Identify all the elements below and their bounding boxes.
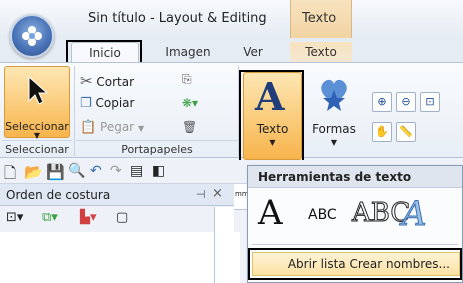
paste-button[interactable]: 📋 Pegar ▼ <box>80 120 144 135</box>
transform-icon[interactable]: ❋▾ <box>182 96 198 110</box>
shapes-button-label: Formas <box>312 122 356 136</box>
chevron-down-icon: ▼ <box>137 124 145 133</box>
frame-icon[interactable]: ▢ <box>116 210 128 225</box>
group-icon[interactable]: ⧉▾ <box>42 210 58 225</box>
dropdown-divider <box>252 244 458 245</box>
group-separator <box>74 66 75 156</box>
context-tab-title: Texto <box>302 11 337 26</box>
clipboard-icon: 📋 <box>80 120 97 135</box>
dropdown-header-text: Herramientas de texto <box>258 170 412 184</box>
font-sample-serif[interactable]: A <box>258 193 283 233</box>
pin-icon[interactable]: ⊣ <box>196 188 206 201</box>
save-icon[interactable]: 💾 <box>46 163 65 181</box>
view-icon[interactable]: ▤ <box>130 163 143 179</box>
chevron-down-icon: ▼ <box>330 138 338 147</box>
flower-icon <box>22 26 42 46</box>
app-menu-button[interactable] <box>10 14 54 58</box>
color-icon[interactable]: ▙▾ <box>80 210 97 225</box>
arrow-cursor-icon <box>28 75 49 105</box>
copy-button-label: Copiar <box>95 96 135 110</box>
font-sample-sans[interactable]: ABC <box>308 207 337 223</box>
tab-ver[interactable]: Ver <box>235 42 271 62</box>
layout-icon[interactable]: ◧ <box>152 163 165 179</box>
redo-icon[interactable]: ↷ <box>110 163 122 179</box>
vertical-ruler <box>214 207 234 283</box>
paste-special-icon[interactable]: ⎘ <box>182 72 192 87</box>
group-label-portapapeles: Portapapeles <box>76 140 238 157</box>
heart-star-icon <box>321 79 347 111</box>
paste-button-label: Pegar <box>100 120 135 134</box>
panel-toolbar: ⊡▾ ⧉▾ ▙▾ ▢ <box>0 206 240 232</box>
zoom-icon[interactable]: 🔍 <box>68 163 85 179</box>
font-sample-script[interactable]: A <box>402 194 428 235</box>
window-title: Sin título - Layout & Editing <box>88 11 267 26</box>
scissors-icon: ✂ <box>80 72 93 90</box>
group-label-seleccionar: Seleccionar <box>2 140 72 157</box>
close-icon[interactable]: × <box>212 186 223 201</box>
measure-icon[interactable]: 📏 <box>396 122 416 142</box>
panel-title: Orden de costura <box>6 188 111 202</box>
hand-pan-icon[interactable]: ✋ <box>372 122 392 142</box>
copy-button[interactable]: ❐ Copiar <box>80 96 134 111</box>
tab-texto[interactable]: Texto <box>290 42 352 62</box>
chevron-down-icon: ▼ <box>33 131 41 140</box>
panel-body <box>0 232 240 283</box>
sort-icon[interactable]: ⊡▾ <box>6 210 23 225</box>
zoom-fit-icon[interactable]: ⊡ <box>420 92 440 112</box>
highlight-frame <box>248 248 462 280</box>
highlight-frame <box>239 70 304 162</box>
tab-imagen[interactable]: Imagen <box>158 42 218 62</box>
copy-icon: ❐ <box>80 96 92 111</box>
zoom-out-icon[interactable]: ⊖ <box>396 92 416 112</box>
zoom-in-icon[interactable]: ⊕ <box>372 92 392 112</box>
delete-icon[interactable]: 🗑 <box>182 120 197 134</box>
undo-icon[interactable]: ↶ <box>90 163 102 179</box>
cut-button[interactable]: ✂ Cortar <box>80 72 134 90</box>
open-folder-icon[interactable]: 📂 <box>24 163 43 181</box>
cut-button-label: Cortar <box>96 75 135 89</box>
